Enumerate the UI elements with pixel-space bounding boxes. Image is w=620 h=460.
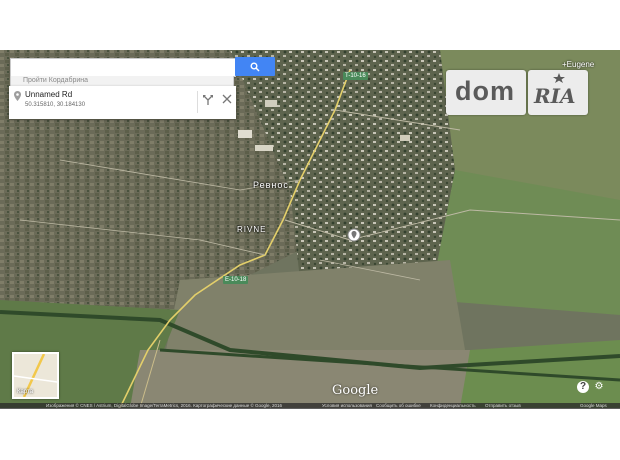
logo-ria: RIA: [528, 70, 588, 115]
footer-link[interactable]: Конфиденциальность: [430, 403, 476, 409]
directions-icon[interactable]: [202, 94, 214, 106]
pin-icon: [14, 91, 21, 101]
watermark-logo: dom RIA: [446, 70, 588, 115]
map-type-toggle[interactable]: Карта: [12, 352, 59, 399]
place-coords: 50.315810, 30.184130: [25, 102, 86, 108]
footer-link[interactable]: Отправить отзыв: [485, 403, 521, 409]
place-card: Unnamed Rd 50.315810, 30.184130: [9, 86, 236, 119]
road-label: E-10-18: [223, 276, 249, 284]
location-pin-icon[interactable]: [347, 228, 361, 244]
logo-dom-text: dom: [455, 76, 515, 106]
help-icon[interactable]: ?: [577, 381, 589, 393]
search-icon: [250, 62, 260, 71]
google-logo: Google: [332, 383, 379, 398]
footer-link[interactable]: Условия использования: [322, 403, 372, 409]
close-icon[interactable]: [222, 94, 232, 104]
logo-dom: dom: [446, 70, 526, 115]
search-suggestion[interactable]: Пройти Кордабрина: [10, 76, 234, 86]
imagery-attribution: Изображения © CNES / Astrium, DigitalGlo…: [46, 403, 283, 408]
satellite-map[interactable]: Пройти Кордабрина Unnamed Rd 50.315810, …: [0, 50, 620, 408]
card-divider: [197, 91, 198, 113]
town-label: Ревнос: [253, 180, 289, 190]
star-icon: [553, 73, 565, 83]
search-button[interactable]: [235, 57, 275, 76]
footer-link[interactable]: Сообщить об ошибке: [376, 403, 421, 409]
town-label: RIVNE: [237, 225, 267, 234]
attribution-bar: Изображения © CNES / Astrium, DigitalGlo…: [0, 403, 620, 409]
minimap-label: Карта: [17, 389, 34, 395]
settings-gear-icon[interactable]: ⚙: [593, 381, 605, 393]
logo-ria-text: RIA: [534, 84, 576, 108]
footer-link[interactable]: Google Maps: [580, 403, 607, 409]
user-account-link[interactable]: +Eugene: [562, 60, 594, 69]
road-label: T-10-16: [343, 72, 368, 80]
search-input[interactable]: [10, 58, 236, 77]
place-title: Unnamed Rd: [25, 90, 73, 99]
